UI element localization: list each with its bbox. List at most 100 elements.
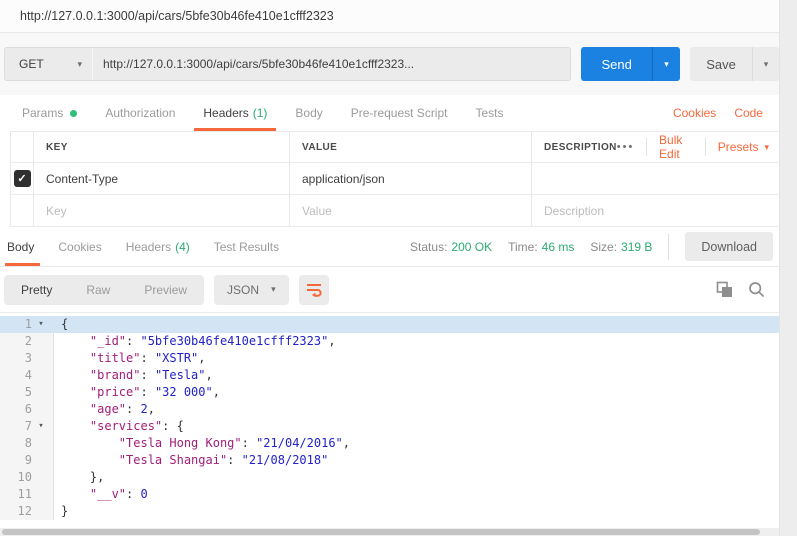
line-gutter: 5 [0,384,54,401]
line-number: 11 [0,486,32,503]
fold-spacer [32,435,50,452]
view-mode-raw[interactable]: Raw [69,275,127,305]
tab-headers[interactable]: Headers (1) [189,95,281,131]
tab-authorization-label: Authorization [105,106,175,120]
line-gutter: 1▾ [0,316,54,333]
fold-spacer [32,367,50,384]
row-gutter [0,163,10,195]
horizontal-scrollbar[interactable] [0,528,779,536]
line-number: 5 [0,384,32,401]
divider [646,138,647,156]
save-button[interactable]: Save ▾ [690,47,779,81]
new-description-cell[interactable]: Description [532,195,779,227]
send-label[interactable]: Send [581,47,652,81]
code-line: 10 }, [0,469,779,486]
response-tab-headers-count: (4) [175,240,190,254]
request-tabs-right: Cookies Code [673,95,779,131]
line-gutter: 3 [0,350,54,367]
more-options-icon[interactable]: ••• [617,141,635,153]
fold-spacer [32,503,50,520]
format-dropdown[interactable]: JSON ▾ [214,275,289,305]
wrap-text-button[interactable] [299,275,329,305]
tab-pre-request-script[interactable]: Pre-request Script [337,95,462,131]
response-tab-headers-label: Headers [126,240,171,254]
size-indicator: Size: 319 B [590,240,652,254]
new-key-cell[interactable]: Key [34,195,290,227]
tab-params-label: Params [22,106,63,120]
line-number: 12 [0,503,32,520]
save-label[interactable]: Save [690,47,752,81]
code-line-text: "price": "32 000", [54,384,220,401]
download-button[interactable]: Download [685,232,773,261]
main-panel: http://127.0.0.1:3000/api/cars/5bfe30b46… [0,0,780,536]
fold-arrow-icon[interactable]: ▾ [32,418,50,435]
response-tab-test-results[interactable]: Test Results [202,227,291,266]
save-options-caret[interactable]: ▾ [752,47,779,81]
header-value-cell[interactable]: application/json [290,163,532,195]
line-number: 6 [0,401,32,418]
response-meta: Status: 200 OK Time: 46 ms Size: 319 B D… [410,227,779,266]
code-line: 12} [0,503,779,520]
view-mode-preview[interactable]: Preview [127,275,204,305]
code-link[interactable]: Code [734,106,763,120]
description-column-header: DESCRIPTION ••• Bulk Edit Presets ▾ [532,131,779,163]
line-number: 2 [0,333,32,350]
send-button[interactable]: Send ▾ [581,47,680,81]
size-label: Size: [590,240,617,254]
window-scrollbar-track[interactable] [780,0,797,536]
tab-authorization[interactable]: Authorization [91,95,189,131]
tab-headers-label: Headers [203,106,248,120]
fold-spacer [32,384,50,401]
code-line-text: }, [54,469,104,486]
search-button[interactable] [748,281,765,298]
value-column-label: VALUE [302,142,337,153]
divider [705,138,706,156]
request-bar: GET ▾ Send ▾ Save ▾ [0,33,779,95]
tab-params[interactable]: Params [8,95,91,131]
code-line-text: "title": "XSTR", [54,350,206,367]
url-control: GET ▾ [4,47,571,81]
send-options-caret[interactable]: ▾ [652,47,680,81]
chevron-down-icon: ▾ [664,59,669,70]
response-tab-body[interactable]: Body [5,227,46,266]
header-value-value: application/json [302,172,385,186]
description-column-label: DESCRIPTION [544,142,617,153]
copy-icon [716,281,733,298]
time-label: Time: [508,240,538,254]
horizontal-scrollbar-thumb[interactable] [2,529,760,535]
response-tab-headers[interactable]: Headers (4) [114,227,202,266]
tab-body-label: Body [295,106,322,120]
header-key-cell[interactable]: Content-Type [34,163,290,195]
line-gutter: 11 [0,486,54,503]
code-line: 3 "title": "XSTR", [0,350,779,367]
fold-spacer [32,401,50,418]
line-gutter: 10 [0,469,54,486]
url-input[interactable] [93,48,570,80]
postman-window: http://127.0.0.1:3000/api/cars/5bfe30b46… [0,0,797,536]
response-tab-cookies[interactable]: Cookies [46,227,113,266]
code-line: 7▾ "services": { [0,418,779,435]
fold-spacer [32,333,50,350]
line-number: 4 [0,367,32,384]
cookies-link[interactable]: Cookies [673,106,716,120]
line-gutter: 8 [0,435,54,452]
method-dropdown[interactable]: GET ▾ [5,48,93,80]
fold-spacer [32,486,50,503]
fold-arrow-icon[interactable]: ▾ [32,316,50,333]
copy-button[interactable] [716,281,733,298]
response-toolbar-right [716,281,779,298]
line-number: 9 [0,452,32,469]
code-lines: 1▾{2 "_id": "5bfe30b46fe410e1cfff2323",3… [0,313,779,520]
status-value: 200 OK [451,240,492,254]
code-line: 4 "brand": "Tesla", [0,367,779,384]
line-number: 1 [0,316,32,333]
presets-dropdown[interactable]: Presets ▾ [718,140,769,154]
tab-tests[interactable]: Tests [461,95,517,131]
new-value-cell[interactable]: Value [290,195,532,227]
header-description-cell[interactable] [532,163,779,195]
bulk-edit-link[interactable]: Bulk Edit [659,133,693,161]
view-mode-pretty[interactable]: Pretty [4,275,69,305]
checkbox-checked[interactable]: ✓ [14,170,31,187]
chevron-down-icon: ▾ [77,59,82,70]
tab-body[interactable]: Body [281,95,336,131]
